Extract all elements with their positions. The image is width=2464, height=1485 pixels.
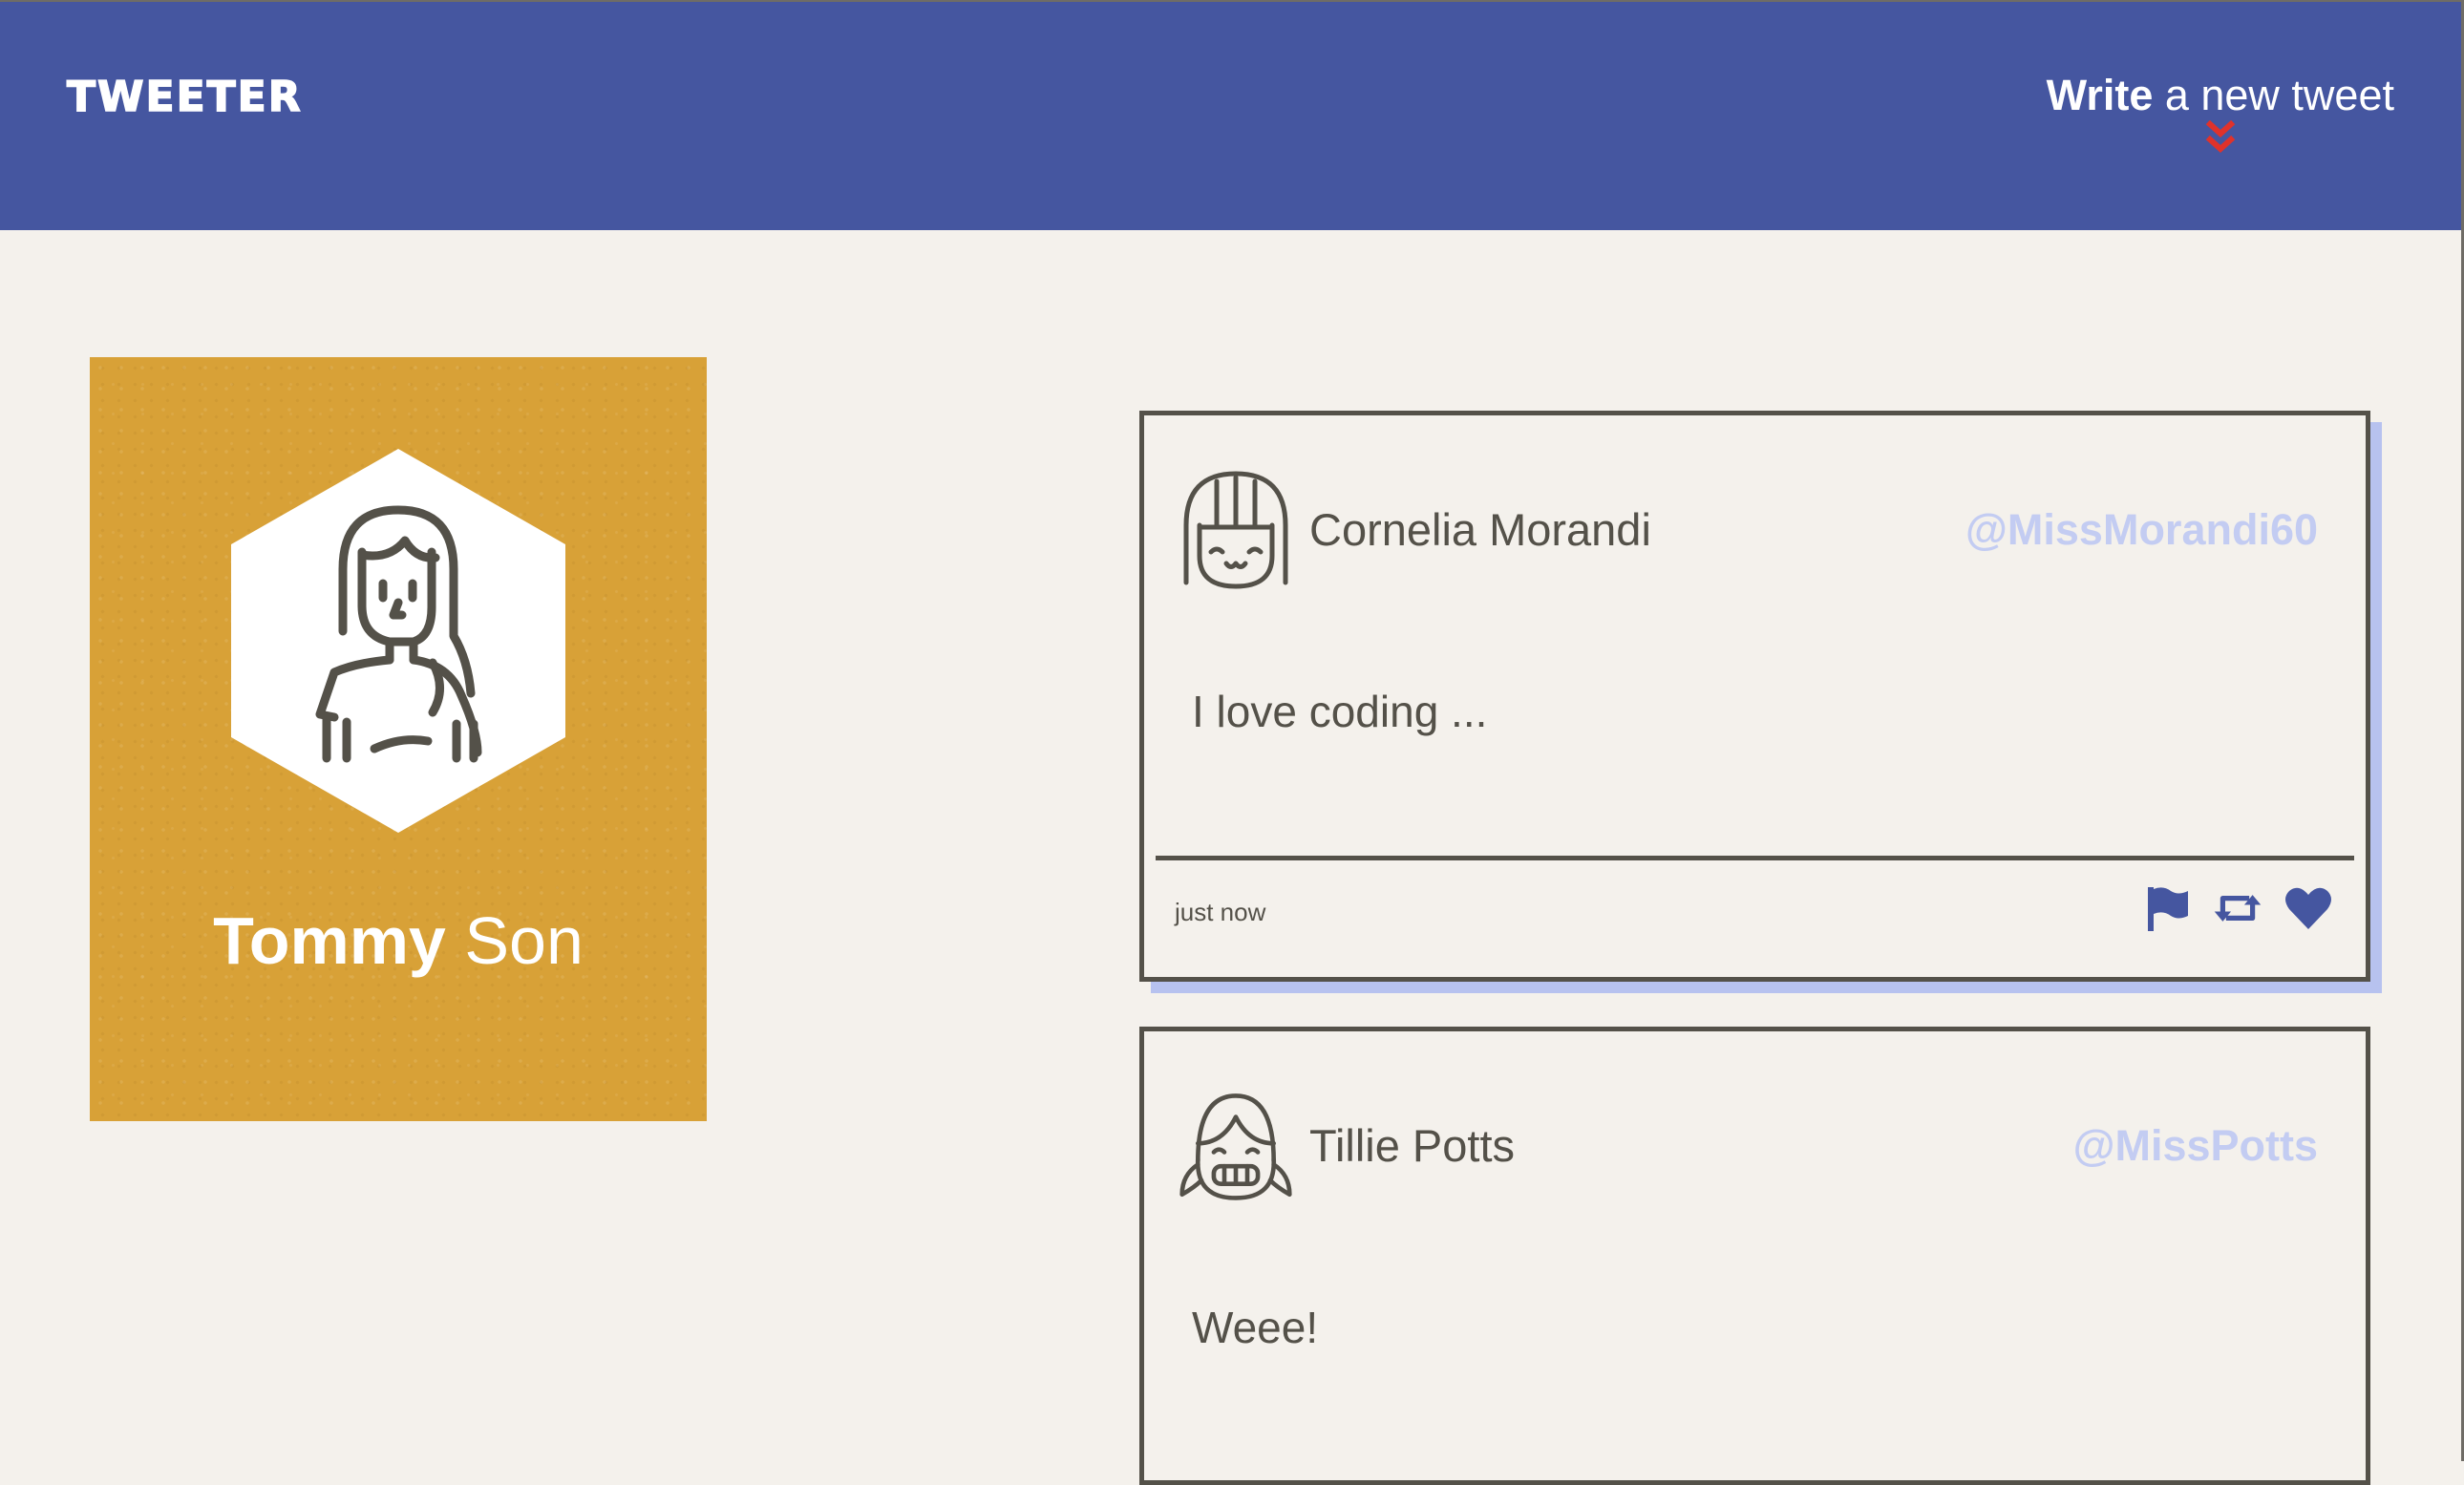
profile-last-name: Son	[445, 903, 584, 978]
compose-label-strong: Write	[2046, 71, 2154, 119]
tweet-author-handle[interactable]: @MissPotts	[2073, 1117, 2318, 1175]
tweet-content: I love coding ...	[1192, 687, 1488, 736]
app-logo[interactable]: TWEETER	[66, 69, 303, 126]
retweet-icon[interactable]	[2213, 883, 2262, 933]
tweet-card: Cornelia Morandi @MissMorandi60 I love c…	[1139, 411, 2370, 982]
profile-first-name: Tommy	[213, 903, 446, 978]
flag-icon[interactable]	[2142, 883, 2192, 933]
tweet-divider	[1156, 856, 2354, 860]
tweet-author-name[interactable]: Cornelia Morandi	[1309, 501, 1651, 559]
tweet-content: Weee!	[1192, 1303, 1319, 1352]
tweet-author-name[interactable]: Tillie Potts	[1309, 1117, 1515, 1175]
top-nav: TWEETER Write a new tweet	[0, 0, 2464, 230]
woman-avatar-icon	[231, 449, 565, 833]
compose-label-light: a new tweet	[2153, 71, 2394, 119]
write-new-tweet-button[interactable]: Write a new tweet	[2047, 67, 2394, 159]
tweet-author-handle[interactable]: @MissMorandi60	[1965, 501, 2318, 559]
tweet-actions	[2142, 883, 2333, 933]
tweet-card: Tillie Potts @MissPotts Weee!	[1139, 1027, 2370, 1485]
girl-pigtails-avatar-icon	[1179, 1093, 1292, 1200]
profile-card: Tommy Son	[90, 357, 707, 1121]
heart-icon[interactable]	[2283, 883, 2333, 933]
girl-bangs-avatar-icon	[1183, 471, 1288, 589]
profile-name: Tommy Son	[90, 898, 707, 984]
double-chevron-down-icon[interactable]	[2201, 120, 2240, 159]
tweet-timestamp: just now	[1175, 898, 1266, 926]
